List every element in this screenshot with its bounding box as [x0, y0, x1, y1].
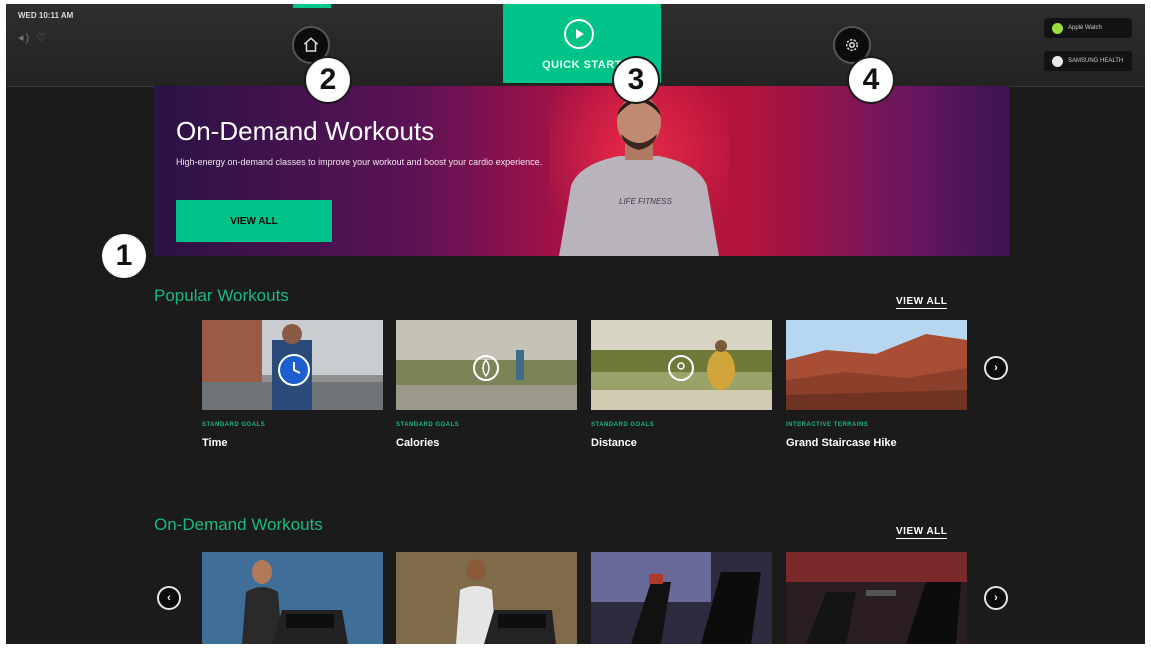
on-demand-card[interactable]: [202, 552, 383, 644]
chevron-left-icon: ‹: [167, 592, 171, 604]
on-demand-title: On-Demand Workouts: [154, 515, 323, 534]
workout-thumbnail: [202, 552, 383, 644]
card-title: Calories: [396, 437, 440, 449]
callout-3: 3: [614, 58, 658, 102]
workout-thumbnail: [396, 320, 577, 410]
samsung-health-badge[interactable]: SAMSUNG HEALTH: [1044, 51, 1132, 71]
chevron-right-icon: ›: [994, 592, 998, 604]
workout-thumbnail: [202, 320, 383, 410]
on-demand-card[interactable]: [396, 552, 577, 644]
chevron-right-icon: ›: [994, 362, 998, 374]
card-title: Grand Staircase Hike: [786, 437, 897, 449]
card-category: STANDARD GOALS: [396, 422, 460, 428]
shirt-logo-text: LIFE FITNESS: [619, 197, 673, 206]
card-title: Time: [202, 437, 228, 449]
callout-4: 4: [849, 58, 893, 102]
home-icon: [303, 37, 319, 52]
on-demand-next-arrow[interactable]: ›: [984, 586, 1008, 610]
on-demand-prev-arrow[interactable]: ‹: [157, 586, 181, 610]
active-tab-indicator: [293, 4, 331, 8]
card-category: STANDARD GOALS: [202, 422, 266, 428]
workout-card-distance[interactable]: STANDARD GOALS Distance: [591, 320, 772, 449]
samsung-health-label: SAMSUNG HEALTH: [1068, 57, 1124, 64]
apple-watch-badge[interactable]: Apple Watch: [1044, 18, 1132, 38]
workout-thumbnail: [591, 552, 772, 644]
workout-card-calories[interactable]: STANDARD GOALS Calories: [396, 320, 577, 449]
status-time: WED 10:11 AM: [18, 11, 74, 20]
apple-watch-label: Apple Watch: [1068, 24, 1102, 31]
popular-workouts-title: Popular Workouts: [154, 286, 289, 305]
card-category: STANDARD GOALS: [591, 422, 655, 428]
gear-icon: [846, 39, 858, 51]
status-icons: ◂) ♡: [18, 32, 49, 44]
play-icon: [564, 19, 594, 49]
hero-view-all-button[interactable]: VIEW ALL: [176, 200, 332, 242]
workout-thumbnail: [396, 552, 577, 644]
hero-description: High-energy on-demand classes to improve…: [176, 157, 543, 167]
workout-thumbnail: [786, 552, 967, 644]
card-category: INTERACTIVE TERRAINS: [786, 422, 869, 428]
callout-2: 2: [306, 58, 350, 102]
instructor-image: LIFE FITNESS: [549, 86, 729, 256]
apple-watch-icon: [1052, 22, 1063, 34]
hero-title: On-Demand Workouts: [176, 116, 435, 146]
on-demand-card[interactable]: [786, 552, 967, 644]
workout-card-grand-staircase[interactable]: INTERACTIVE TERRAINS Grand Staircase Hik…: [786, 320, 967, 449]
card-title: Distance: [591, 437, 637, 449]
hero-banner: On-Demand Workouts High-energy on-demand…: [154, 86, 1010, 256]
app-screen: WED 10:11 AM ◂) ♡ QUICK START Apple Watc…: [6, 4, 1145, 644]
workout-card-time[interactable]: STANDARD GOALS Time: [202, 320, 383, 449]
callout-1: 1: [102, 234, 146, 278]
top-nav-bar: WED 10:11 AM ◂) ♡ QUICK START Apple Watc…: [6, 4, 1145, 87]
workout-thumbnail: [786, 320, 967, 410]
workout-thumbnail: [591, 320, 772, 410]
on-demand-card[interactable]: [591, 552, 772, 644]
popular-view-all-link[interactable]: VIEW ALL: [896, 296, 948, 309]
popular-next-arrow[interactable]: ›: [984, 356, 1008, 380]
samsung-health-icon: [1052, 55, 1063, 67]
on-demand-view-all-link[interactable]: VIEW ALL: [896, 526, 948, 539]
